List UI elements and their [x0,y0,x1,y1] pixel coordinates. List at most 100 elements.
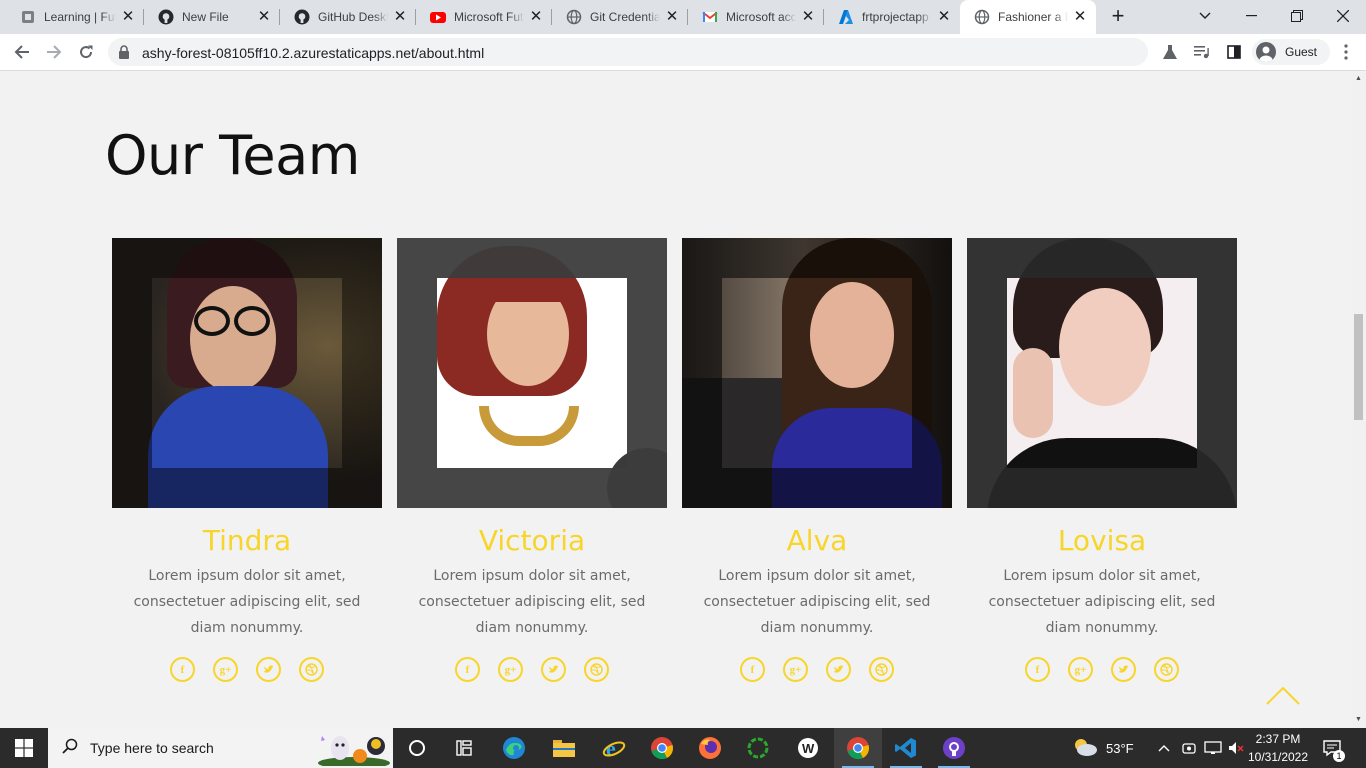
team-member-name: Lovisa [1057,524,1147,557]
menu-icon[interactable] [1336,42,1356,62]
twitter-icon[interactable] [1111,657,1136,682]
browser-tab[interactable]: Microsoft account ✕ [688,0,824,34]
dribbble-icon[interactable] [1154,657,1179,682]
facebook-icon[interactable]: f [1025,657,1050,682]
twitter-icon[interactable] [541,657,566,682]
close-tab-icon[interactable]: ✕ [1072,9,1088,25]
scroll-down-arrow-icon[interactable]: ▼ [1354,715,1363,724]
browser-tab-active[interactable]: Fashioner a Fashion ✕ [960,0,1096,34]
task-view-icon[interactable] [440,728,488,768]
photo-frame-overlay [397,238,667,508]
team-member-description: Lorem ipsum dolor sit amet, consectetuer… [418,568,646,636]
lock-icon[interactable] [118,45,130,64]
show-hidden-icons-chevron-icon[interactable] [1158,728,1170,768]
browser-tab[interactable]: GitHub Desktop ✕ [280,0,416,34]
team-member-card: Lovisa Lorem ipsum dolor sit amet, conse… [967,238,1237,682]
tab-strip: Learning | Future ✕ New File ✕ GitHub De… [0,0,1366,34]
social-links: f g+ [967,657,1237,682]
team-member-name: Alva [786,524,848,557]
guest-avatar-icon [1256,42,1276,62]
tab-title: GitHub Desktop [318,10,388,24]
clock-time: 2:37 PM [1255,732,1301,746]
facebook-icon[interactable]: f [740,657,765,682]
browser-tab[interactable]: frtprojectapp ✕ [824,0,960,34]
taskbar-search-box[interactable]: Type here to search [48,728,393,768]
labs-flask-icon[interactable] [1160,42,1180,62]
system-clock[interactable]: 2:37 PM 10/31/2022 [1247,730,1309,766]
social-links: f g+ [397,657,667,682]
page-content: Our Team Tindra Lorem ipsum dolor sit am… [0,72,1351,728]
vscode-icon[interactable] [882,728,930,768]
twitter-icon[interactable] [826,657,851,682]
halloween-search-highlight-icon[interactable] [316,730,392,768]
notification-count-badge: 1 [1333,750,1345,762]
facebook-icon[interactable]: f [170,657,195,682]
edge-icon[interactable] [490,728,538,768]
close-window-button[interactable] [1320,0,1366,32]
forward-button[interactable] [40,38,68,66]
svg-text:W: W [802,741,815,756]
chrome-icon[interactable] [638,728,686,768]
google-plus-icon[interactable]: g+ [498,657,523,682]
cortana-icon[interactable] [393,728,441,768]
scroll-to-top-icon[interactable] [1265,684,1301,706]
dribbble-icon[interactable] [299,657,324,682]
tab-search-button[interactable] [1182,0,1228,32]
team-member-card: Alva Lorem ipsum dolor sit amet, consect… [682,238,952,682]
page-scrollbar[interactable]: ▲ ▼ [1351,72,1366,728]
profile-button[interactable]: Guest [1252,39,1330,65]
google-plus-icon[interactable]: g+ [213,657,238,682]
azure-favicon-icon [838,9,854,25]
windows-taskbar: Type here to search e W 53°F 2:37 PM 10/… [0,728,1366,768]
dribbble-icon[interactable] [869,657,894,682]
page-title: Our Team [105,124,360,187]
close-tab-icon[interactable]: ✕ [664,9,680,25]
scroll-up-arrow-icon[interactable]: ▲ [1354,74,1363,83]
browser-toolbar: ashy-forest-08105ff10.2.azurestaticapps.… [0,34,1366,71]
dribbble-icon[interactable] [584,657,609,682]
back-button[interactable] [8,38,36,66]
close-tab-icon[interactable]: ✕ [120,9,136,25]
media-controls-icon[interactable] [1192,42,1212,62]
close-tab-icon[interactable]: ✕ [936,9,952,25]
team-member-photo [397,238,667,508]
network-icon[interactable] [1204,728,1222,768]
tab-title: Git Credential [590,10,660,24]
close-tab-icon[interactable]: ✕ [528,9,544,25]
notifications-icon[interactable]: 1 [1322,728,1345,768]
browser-tab[interactable]: Microsoft Future ✕ [416,0,552,34]
address-bar[interactable]: ashy-forest-08105ff10.2.azurestaticapps.… [108,38,1148,66]
browser-tab[interactable]: Git Credential ✕ [552,0,688,34]
restore-button[interactable] [1274,0,1320,32]
firefox-icon[interactable] [686,728,734,768]
twitter-icon[interactable] [256,657,281,682]
google-plus-icon[interactable]: g+ [1068,657,1093,682]
minimize-button[interactable] [1228,0,1274,32]
meet-now-icon[interactable] [1182,728,1196,768]
internet-explorer-icon[interactable]: e [590,728,638,768]
team-member-photo [112,238,382,508]
new-tab-button[interactable]: + [1106,5,1130,29]
wsl-app-icon[interactable]: W [784,728,832,768]
browser-tab[interactable]: New File ✕ [144,0,280,34]
scrollbar-thumb[interactable] [1354,314,1363,420]
close-tab-icon[interactable]: ✕ [256,9,272,25]
file-explorer-icon[interactable] [540,728,588,768]
volume-muted-icon[interactable] [1228,728,1244,768]
tab-title: Fashioner a Fashion [998,10,1068,24]
start-button[interactable] [0,728,48,768]
side-panel-icon[interactable] [1224,42,1244,62]
browser-tab[interactable]: Learning | Future ✕ [6,0,144,34]
chrome-active-icon[interactable] [834,728,882,768]
close-tab-icon[interactable]: ✕ [800,9,816,25]
reload-button[interactable] [72,38,100,66]
photo-frame-overlay [112,238,382,508]
weather-widget[interactable]: 53°F [1072,728,1134,768]
profile-label: Guest [1285,45,1318,59]
facebook-icon[interactable]: f [455,657,480,682]
close-tab-icon[interactable]: ✕ [392,9,408,25]
google-plus-icon[interactable]: g+ [783,657,808,682]
sync-app-icon[interactable] [734,728,782,768]
github-desktop-icon[interactable] [930,728,978,768]
social-links: f g+ [112,657,382,682]
